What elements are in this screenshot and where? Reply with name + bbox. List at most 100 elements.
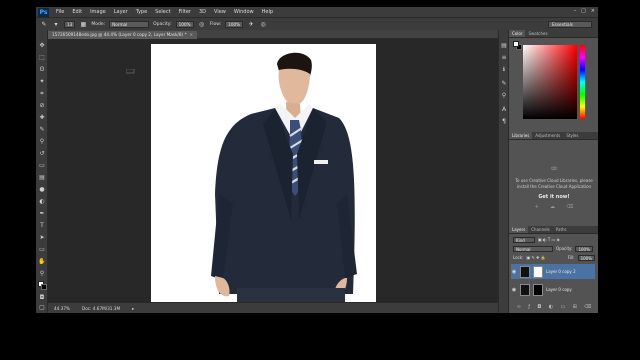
layer-thumbnail xyxy=(520,265,530,278)
layer-row-copy[interactable]: ◉ Layer 0 copy xyxy=(511,282,595,297)
dropdown-arrow-icon[interactable]: ▾ xyxy=(52,21,60,28)
minimize-button[interactable]: – xyxy=(574,8,577,14)
layers-footer: ∞ ƒ ◘ ◐ ▭ ⊞ ⌫ xyxy=(513,304,595,311)
move-tool-icon[interactable]: ✥ xyxy=(38,42,46,50)
history-panel-icon[interactable]: ▤ xyxy=(500,42,508,50)
kind-select[interactable]: Kind xyxy=(513,236,535,243)
close-document-icon[interactable]: × xyxy=(190,32,194,37)
pressure-opacity-icon[interactable]: ◎ xyxy=(198,21,206,28)
layer-name[interactable]: Layer 0 copy 2 xyxy=(546,269,576,274)
maximize-button[interactable]: □ xyxy=(581,8,586,14)
layer-opacity-field[interactable]: 100% xyxy=(575,245,593,252)
lasso-tool-icon[interactable]: ʘ xyxy=(38,66,46,74)
flow-field[interactable]: 100% xyxy=(225,20,244,28)
link-layers-icon[interactable]: ∞ xyxy=(517,304,521,311)
pen-tool-icon[interactable]: ✒ xyxy=(38,210,46,218)
fill-field[interactable]: 100% xyxy=(577,254,595,261)
menu-view[interactable]: View xyxy=(210,9,230,15)
menu-help[interactable]: Help xyxy=(258,9,277,15)
quick-mask-icon[interactable]: ◘ xyxy=(38,294,46,302)
paragraph-panel-icon[interactable]: ¶ xyxy=(500,118,508,126)
eyedropper-tool-icon[interactable]: ⊘ xyxy=(38,102,46,110)
menu-layer[interactable]: Layer xyxy=(110,9,132,15)
get-it-now-link[interactable]: Get it now! xyxy=(515,194,593,200)
add-icon[interactable]: + xyxy=(535,204,539,211)
new-group-icon[interactable]: ▭ xyxy=(560,304,565,311)
foreground-swatch[interactable] xyxy=(513,41,519,47)
close-window-button[interactable]: × xyxy=(591,8,595,14)
gradient-tool-icon[interactable]: ▤ xyxy=(38,174,46,182)
info-panel-icon[interactable]: ℹ xyxy=(500,66,508,74)
zoom-level[interactable]: 44.37% xyxy=(54,306,70,311)
menu-type[interactable]: Type xyxy=(132,9,151,15)
fx-icon[interactable]: ƒ xyxy=(528,304,530,311)
brush-size-field[interactable]: 13 xyxy=(64,20,76,28)
hue-slider[interactable] xyxy=(580,45,585,119)
menu-filter[interactable]: Filter xyxy=(175,9,195,15)
quick-select-tool-icon[interactable]: ✦ xyxy=(38,78,46,86)
libraries-panel-tabs: Libraries Adjustments Styles xyxy=(509,132,598,140)
background-color-swatch[interactable] xyxy=(41,284,47,290)
tab-adjustments[interactable]: Adjustments xyxy=(532,132,563,139)
menu-file[interactable]: File xyxy=(52,9,68,15)
marquee-tool-icon[interactable]: ⬚ xyxy=(38,54,46,62)
clone-stamp-tool-icon[interactable]: ⚲ xyxy=(38,138,46,146)
mode-select[interactable]: Normal xyxy=(109,20,150,28)
dodge-tool-icon[interactable]: ◐ xyxy=(38,198,46,206)
adjustment-layer-icon[interactable]: ◐ xyxy=(549,304,553,311)
opacity-field[interactable]: 100% xyxy=(175,20,194,28)
trash-icon[interactable]: ⌫ xyxy=(566,204,573,211)
visibility-eye-icon[interactable]: ◉ xyxy=(511,287,517,293)
brush-panel-icon[interactable]: ▦ xyxy=(79,21,87,28)
pressure-size-icon[interactable]: ◎ xyxy=(259,21,267,28)
menu-edit[interactable]: Edit xyxy=(68,9,86,15)
saturation-brightness-field[interactable] xyxy=(523,45,577,119)
eraser-tool-icon[interactable]: ▭ xyxy=(38,162,46,170)
menu-window[interactable]: Window xyxy=(230,9,258,15)
menu-image[interactable]: Image xyxy=(86,9,110,15)
menu-select[interactable]: Select xyxy=(151,9,174,15)
zoom-tool-icon[interactable]: ⚲ xyxy=(38,270,46,278)
document-canvas[interactable] xyxy=(151,44,376,302)
layer-mask-thumbnail[interactable] xyxy=(533,265,543,278)
document-tab[interactable]: 15726509148edo.jpg @ 44.4% (Layer 0 copy… xyxy=(48,31,198,39)
brush-tool-icon[interactable]: ✎ xyxy=(40,21,48,28)
brush-tool-side-icon[interactable]: ✎ xyxy=(38,126,46,134)
new-layer-icon[interactable]: ⊞ xyxy=(573,304,577,311)
add-mask-icon[interactable]: ◘ xyxy=(537,304,541,311)
clone-source-icon[interactable]: ⚲ xyxy=(500,92,508,100)
blur-tool-icon[interactable]: ● xyxy=(38,186,46,194)
workspace-select[interactable]: Essentials xyxy=(548,21,592,28)
canvas-area[interactable] xyxy=(48,39,498,302)
character-panel-icon[interactable]: A xyxy=(500,106,508,114)
crop-tool-icon[interactable]: ⌗ xyxy=(38,90,46,98)
history-brush-tool-icon[interactable]: ↺ xyxy=(38,150,46,158)
tab-color[interactable]: Color xyxy=(509,30,526,37)
shape-tool-icon[interactable]: ▭ xyxy=(38,246,46,254)
brush-presets-icon[interactable]: ✎ xyxy=(500,80,508,88)
airbrush-icon[interactable]: ✈ xyxy=(247,21,255,28)
healing-tool-icon[interactable]: ✚ xyxy=(38,114,46,122)
hand-tool-icon[interactable]: ✋ xyxy=(38,258,46,266)
tab-styles[interactable]: Styles xyxy=(563,132,581,139)
lock-icons[interactable]: ▣ ✎ ✥ 🔒 xyxy=(526,255,545,260)
screen-mode-icon[interactable]: ▢ xyxy=(38,304,46,312)
properties-panel-icon[interactable]: ≡ xyxy=(500,54,508,62)
blend-mode-select[interactable]: Normal xyxy=(513,245,553,252)
menu-3d[interactable]: 3D xyxy=(195,9,210,15)
tab-swatches[interactable]: Swatches xyxy=(525,30,550,37)
delete-layer-icon[interactable]: ⌫ xyxy=(584,304,591,311)
layer-name[interactable]: Layer 0 copy xyxy=(546,287,572,292)
status-arrow-icon[interactable]: ▸ xyxy=(132,306,134,311)
path-select-tool-icon[interactable]: ➤ xyxy=(38,234,46,242)
tab-libraries[interactable]: Libraries xyxy=(509,132,533,139)
type-tool-icon[interactable]: T xyxy=(38,222,46,230)
filter-icons[interactable]: ▣ ◐ T ▭ ◈ xyxy=(538,237,560,242)
color-panel-tabs: Color Swatches xyxy=(509,30,598,38)
mode-label: Mode: xyxy=(91,21,106,27)
cloud-icon[interactable]: ☁ xyxy=(550,204,555,211)
document-tab-bar: 15726509148edo.jpg @ 44.4% (Layer 0 copy… xyxy=(48,30,498,39)
visibility-eye-icon[interactable]: ◉ xyxy=(511,269,517,275)
layer-row-copy-2[interactable]: ◉ Layer 0 copy 2 xyxy=(511,264,595,279)
layer-mask-thumbnail[interactable] xyxy=(533,283,543,296)
